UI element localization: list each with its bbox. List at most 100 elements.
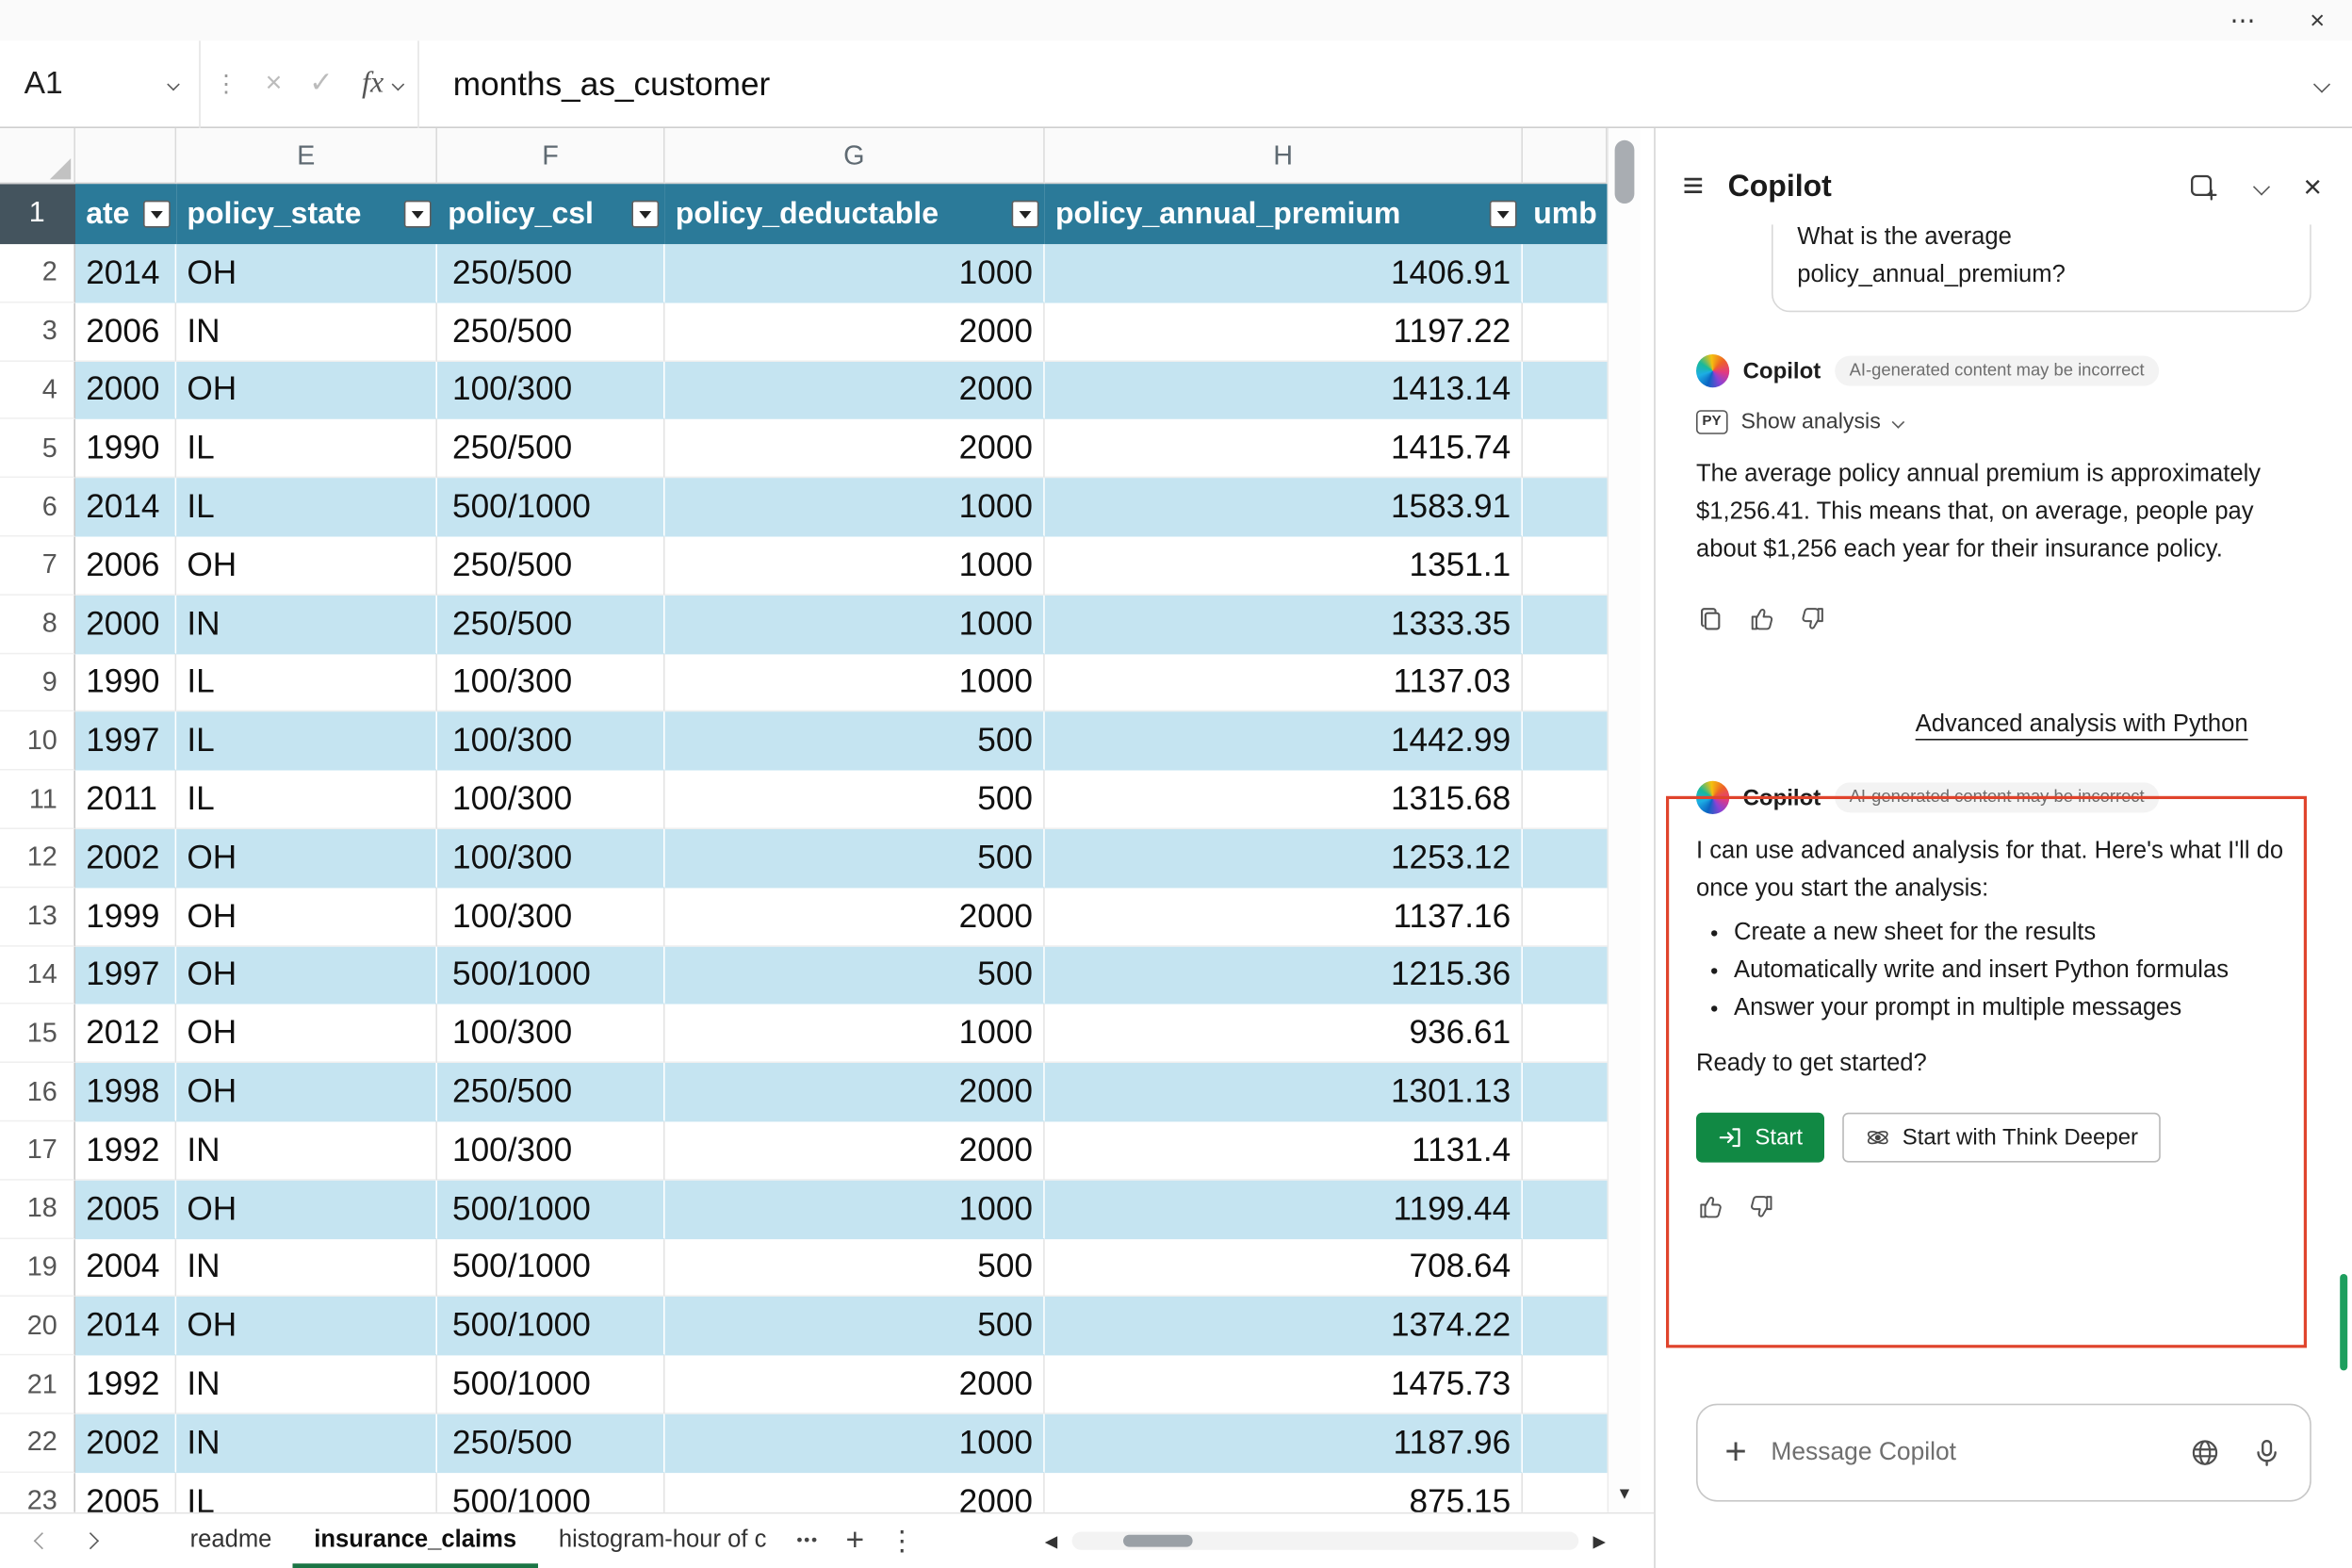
grid-cell[interactable]: 1131.4 <box>1045 1121 1523 1180</box>
window-close-icon[interactable]: × <box>2310 8 2325 33</box>
grid-cell[interactable]: 250/500 <box>437 244 665 302</box>
grid-cell[interactable]: 500 <box>665 1238 1045 1297</box>
scrollbar-track[interactable] <box>1072 1532 1577 1550</box>
row-header[interactable]: 14 <box>0 946 75 1004</box>
grid-cell[interactable]: 2014 <box>75 479 176 537</box>
grid-cell[interactable]: 500 <box>665 1298 1045 1356</box>
row-header[interactable]: 5 <box>0 419 75 478</box>
grid-cell[interactable]: 875.15 <box>1045 1473 1523 1512</box>
grid-cell[interactable]: 2000 <box>75 596 176 654</box>
grid-cell[interactable]: 500 <box>665 946 1045 1004</box>
grid-cell[interactable]: IN <box>176 1121 437 1180</box>
grid-cell[interactable]: 1999 <box>75 888 176 946</box>
close-pane-icon[interactable]: × <box>2303 172 2322 204</box>
grid-cell[interactable] <box>1523 419 1608 478</box>
row-header[interactable]: 11 <box>0 771 75 829</box>
tab-overflow-icon[interactable]: ••• <box>796 1532 818 1550</box>
formula-input[interactable]: months_as_customer <box>420 64 2316 104</box>
grid-cell[interactable]: 1000 <box>665 1004 1045 1063</box>
grid-cell[interactable]: 2000 <box>665 1473 1045 1512</box>
grid-cell[interactable]: OH <box>176 946 437 1004</box>
grid-cell[interactable]: 2000 <box>665 302 1045 361</box>
grid-cell[interactable]: 2000 <box>75 361 176 419</box>
thumbs-down-icon[interactable] <box>1799 605 1827 633</box>
grid-cell[interactable]: 1990 <box>75 419 176 478</box>
grid-cell[interactable]: 1000 <box>665 596 1045 654</box>
grid-cell[interactable] <box>1523 1414 1608 1473</box>
grid-cell[interactable]: IL <box>176 419 437 478</box>
grid-cell[interactable]: IL <box>176 712 437 771</box>
header-cell-policy-deductable[interactable]: policy_deductable <box>665 184 1045 244</box>
grid-cell[interactable]: OH <box>176 1180 437 1238</box>
grid-cell[interactable]: 100/300 <box>437 654 665 712</box>
grid-cell[interactable]: IL <box>176 771 437 829</box>
sheet-tab-histogram[interactable]: histogram-hour of c <box>537 1513 787 1568</box>
grid-cell[interactable]: 100/300 <box>437 1121 665 1180</box>
grid-cell[interactable]: 2011 <box>75 771 176 829</box>
row-header[interactable]: 12 <box>0 829 75 888</box>
scroll-left-icon[interactable]: ◀ <box>1045 1531 1058 1551</box>
row-header[interactable]: 7 <box>0 537 75 596</box>
grid-cell[interactable] <box>1523 361 1608 419</box>
grid-cell[interactable]: 1997 <box>75 712 176 771</box>
grid-cell[interactable]: IN <box>176 596 437 654</box>
grid-cell[interactable] <box>1523 1238 1608 1297</box>
row-header[interactable]: 16 <box>0 1063 75 1121</box>
grid-cell[interactable]: 2000 <box>665 1121 1045 1180</box>
grid-cell[interactable]: IN <box>176 302 437 361</box>
grid-cell[interactable] <box>1523 1063 1608 1121</box>
vertical-scrollbar[interactable]: ▼ <box>1608 128 1641 1512</box>
grid-cell[interactable]: 100/300 <box>437 361 665 419</box>
grid-cell[interactable]: 1997 <box>75 946 176 1004</box>
grid-cell[interactable]: 1583.91 <box>1045 479 1523 537</box>
grid-cell[interactable]: OH <box>176 1298 437 1356</box>
header-cell-umbrella-partial[interactable]: umb <box>1523 184 1608 244</box>
grid-cell[interactable]: 1374.22 <box>1045 1298 1523 1356</box>
column-letter-e[interactable]: E <box>176 128 437 184</box>
grid-cell[interactable]: 500 <box>665 771 1045 829</box>
grid-cell[interactable]: 2000 <box>665 888 1045 946</box>
sheet-menu-icon[interactable]: ⋮ <box>889 1525 916 1557</box>
row-header[interactable]: 19 <box>0 1238 75 1297</box>
grid-cell[interactable]: 708.64 <box>1045 1238 1523 1297</box>
grid-cell[interactable]: 2014 <box>75 1298 176 1356</box>
grid-cell[interactable]: 936.61 <box>1045 1004 1523 1063</box>
grid-cell[interactable]: 250/500 <box>437 1063 665 1121</box>
add-attachment-icon[interactable]: + <box>1724 1434 1746 1472</box>
filter-icon[interactable] <box>631 201 659 228</box>
column-letter-f[interactable]: F <box>437 128 665 184</box>
grid-cell[interactable]: 500/1000 <box>437 946 665 1004</box>
grid-cell[interactable] <box>1523 1298 1608 1356</box>
grid-cell[interactable]: OH <box>176 888 437 946</box>
filter-icon[interactable] <box>143 201 171 228</box>
grid-cell[interactable]: IL <box>176 654 437 712</box>
grid-cell[interactable]: 2002 <box>75 829 176 888</box>
grid-cell[interactable]: 1413.14 <box>1045 361 1523 419</box>
grid-cell[interactable]: 250/500 <box>437 596 665 654</box>
start-think-deeper-button[interactable]: Start with Think Deeper <box>1842 1113 2161 1163</box>
grid-cell[interactable]: 500/1000 <box>437 479 665 537</box>
row-header[interactable]: 22 <box>0 1414 75 1473</box>
header-cell-policy-csl[interactable]: policy_csl <box>437 184 665 244</box>
grid-cell[interactable] <box>1523 888 1608 946</box>
grid-cell[interactable] <box>1523 829 1608 888</box>
grid-cell[interactable] <box>1523 244 1608 302</box>
row-header[interactable]: 9 <box>0 654 75 712</box>
grid-cell[interactable]: 2000 <box>665 1356 1045 1414</box>
copy-icon[interactable] <box>1696 605 1724 633</box>
scrollbar-thumb[interactable] <box>1615 140 1635 204</box>
row-header[interactable]: 15 <box>0 1004 75 1063</box>
scroll-right-icon[interactable]: ▶ <box>1592 1531 1606 1551</box>
filter-icon[interactable] <box>1490 201 1517 228</box>
grid-cell[interactable]: 250/500 <box>437 302 665 361</box>
tabs-next-icon[interactable] <box>82 1532 99 1549</box>
grid-cell[interactable]: 2004 <box>75 1238 176 1297</box>
header-cell-policy-annual-premium[interactable]: policy_annual_premium <box>1045 184 1523 244</box>
row-header[interactable]: 18 <box>0 1180 75 1238</box>
grid-cell[interactable] <box>1523 537 1608 596</box>
filter-icon[interactable] <box>404 201 432 228</box>
row-header[interactable]: 3 <box>0 302 75 361</box>
grid-cell[interactable]: 2006 <box>75 302 176 361</box>
grid-cell[interactable] <box>1523 946 1608 1004</box>
grid-cell[interactable] <box>1523 1356 1608 1414</box>
